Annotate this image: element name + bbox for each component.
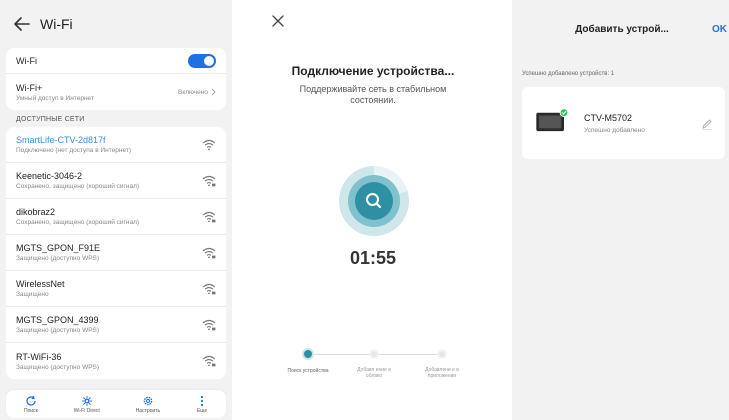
countdown-timer: 01:55 (349, 248, 397, 268)
network-row[interactable]: SmartLife-CTV-2d817f Подключено (нет дост… (6, 127, 226, 163)
network-info: MGTS_GPON_F91E Защищено (доступно WPS) (16, 243, 100, 262)
progress-steps: Поиск устройства Добавл ение в облако До… (262, 344, 484, 404)
network-name: dikobraz2 (16, 207, 56, 217)
wifi-plus-sub: Умный доступ в Интернет (16, 94, 94, 102)
step-dot (437, 349, 447, 359)
wifi-secured-icon (202, 211, 216, 222)
network-row[interactable]: RT-WiFi-36 Защищено (доступно WPS) (6, 343, 226, 379)
add-device-panel: Добавить устрой... OK Успешно добавлено … (512, 0, 729, 420)
network-name: RT-WiFi-36 (16, 351, 62, 362)
wifi-plus-row[interactable]: Wi-Fi+ Умный доступ в Интернет Включено (6, 74, 226, 110)
network-info: SmartLife-CTV-2d817f Подключено (нет дост… (16, 135, 131, 154)
nav-wifi-direct-label: Wi-Fi Direct (73, 407, 100, 414)
wifi-direct-icon (81, 395, 92, 406)
refresh-icon (26, 395, 36, 406)
step-add-cloud: Добавл ение в облако (352, 344, 396, 379)
network-name: SmartLife-CTV-2d817f (16, 135, 106, 145)
more-icon (200, 395, 204, 406)
add-device-title: Добавить устрой... (575, 24, 669, 35)
network-row[interactable]: MGTS_GPON_4399 Защищено (доступно WPS) (6, 307, 226, 343)
network-status: Защищено (доступно WPS) (16, 327, 100, 334)
close-icon[interactable] (272, 14, 286, 28)
network-status: Сохранено, защищено (хороший сигнал) (16, 183, 140, 190)
network-status: Сохранено, защищено (хороший сигнал) (16, 219, 140, 226)
network-row[interactable]: dikobraz2 Сохранено, защищено (хороший си… (6, 199, 226, 235)
chevron-right-icon (211, 88, 216, 96)
network-status: Защищено (доступно WPS) (16, 363, 100, 371)
network-info: dikobraz2 Сохранено, защищено (хороший си… (16, 207, 139, 226)
network-status: Подключено (нет доступа в Интернет) (16, 147, 132, 154)
network-row[interactable]: MGTS_GPON_F91E Защищено (доступно WPS) (6, 235, 226, 271)
nav-settings-label: Настроить (135, 407, 161, 414)
added-count-text: Успешно добавлено устройств: 1 (522, 71, 615, 77)
network-status: Защищено (16, 291, 49, 298)
device-name: CTV-M5702 (584, 113, 633, 123)
step-dot-active (302, 348, 314, 360)
step-add-app: Добавлени е в приложении (420, 344, 464, 379)
gear-icon (143, 396, 153, 405)
wifi-plus-label: Wi-Fi+ (16, 82, 43, 93)
wifi-toggle-row[interactable]: Wi-Fi (6, 48, 226, 74)
wifi-secured-icon (202, 175, 216, 186)
step-label: Поиск устройства (287, 368, 329, 374)
wifi-signal-icon (202, 139, 216, 150)
step-label: Добавлени е в приложении (425, 367, 459, 379)
step-label: Добавл ение в облако (357, 367, 391, 379)
network-status: Защищено (доступно WPS) (16, 255, 100, 262)
network-name: WirelessNet (16, 279, 65, 289)
search-progress-ring (339, 166, 409, 236)
bottom-nav: Поиск Wi-Fi Direct Настроить Еще (6, 390, 226, 418)
network-row[interactable]: WirelessNet Защищено (6, 271, 226, 307)
wifi-plus-state-label: Включено (178, 88, 208, 96)
device-monitor-icon (536, 109, 569, 132)
connecting-subtitle: Поддерживайте сеть в стабильном состояни… (299, 84, 447, 105)
wifi-options-card: Wi-Fi Wi-Fi+ Умный доступ в Интернет Вкл… (6, 48, 226, 110)
network-name: MGTS_GPON_4399 (16, 315, 99, 325)
wifi-secured-icon (202, 355, 216, 367)
network-info: MGTS_GPON_4399 Защищено (доступно WPS) (16, 315, 99, 334)
wifi-settings-panel: Wi-Fi Wi-Fi Wi-Fi+ Умный доступ в Интерн… (0, 0, 232, 420)
network-info: RT-WiFi-36 Защищено (доступно WPS) (16, 352, 99, 371)
nav-wifi-direct[interactable]: Wi-Fi Direct (74, 395, 100, 414)
nav-more-label: Еще (196, 407, 208, 414)
wifi-secured-icon (202, 319, 216, 330)
network-info: Keenetic-3046-2 Сохранено, защищено (хоро… (16, 171, 139, 190)
wifi-secured-icon (202, 247, 216, 258)
network-row[interactable]: Keenetic-3046-2 Сохранено, защищено (хоро… (6, 163, 226, 199)
nav-more[interactable]: Еще (196, 395, 208, 414)
connecting-panel: Подключение устройства... Поддерживайте … (262, 0, 484, 420)
wifi-header: Wi-Fi (0, 0, 232, 48)
nav-search-label: Поиск (23, 407, 38, 414)
network-info: WirelessNet Защищено (16, 279, 65, 298)
ok-button[interactable]: OK (712, 24, 727, 35)
device-card[interactable]: CTV-M5702 Успешно добавлено (522, 87, 725, 159)
wifi-plus-state: Включено (178, 88, 216, 96)
page-title: Wi-Fi (40, 16, 73, 32)
back-arrow-icon[interactable] (12, 14, 32, 34)
wifi-toggle-label: Wi-Fi (16, 55, 37, 66)
wifi-toggle-switch[interactable] (188, 53, 216, 68)
network-name: MGTS_GPON_F91E (16, 243, 101, 253)
network-name: Keenetic-3046-2 (16, 171, 83, 181)
device-status: Успешно добавлено (584, 127, 645, 134)
connecting-title: Подключение устройства... (291, 64, 455, 78)
edit-pencil-icon[interactable] (701, 117, 713, 130)
network-list: SmartLife-CTV-2d817f Подключено (нет дост… (6, 127, 226, 379)
wifi-secured-icon (202, 283, 216, 294)
available-networks-heading: ДОСТУПНЫЕ СЕТИ (16, 116, 85, 123)
nav-search[interactable]: Поиск (24, 395, 38, 414)
step-search-device: Поиск устройства (286, 344, 330, 374)
step-dot (369, 349, 379, 359)
nav-settings[interactable]: Настроить (136, 395, 160, 414)
